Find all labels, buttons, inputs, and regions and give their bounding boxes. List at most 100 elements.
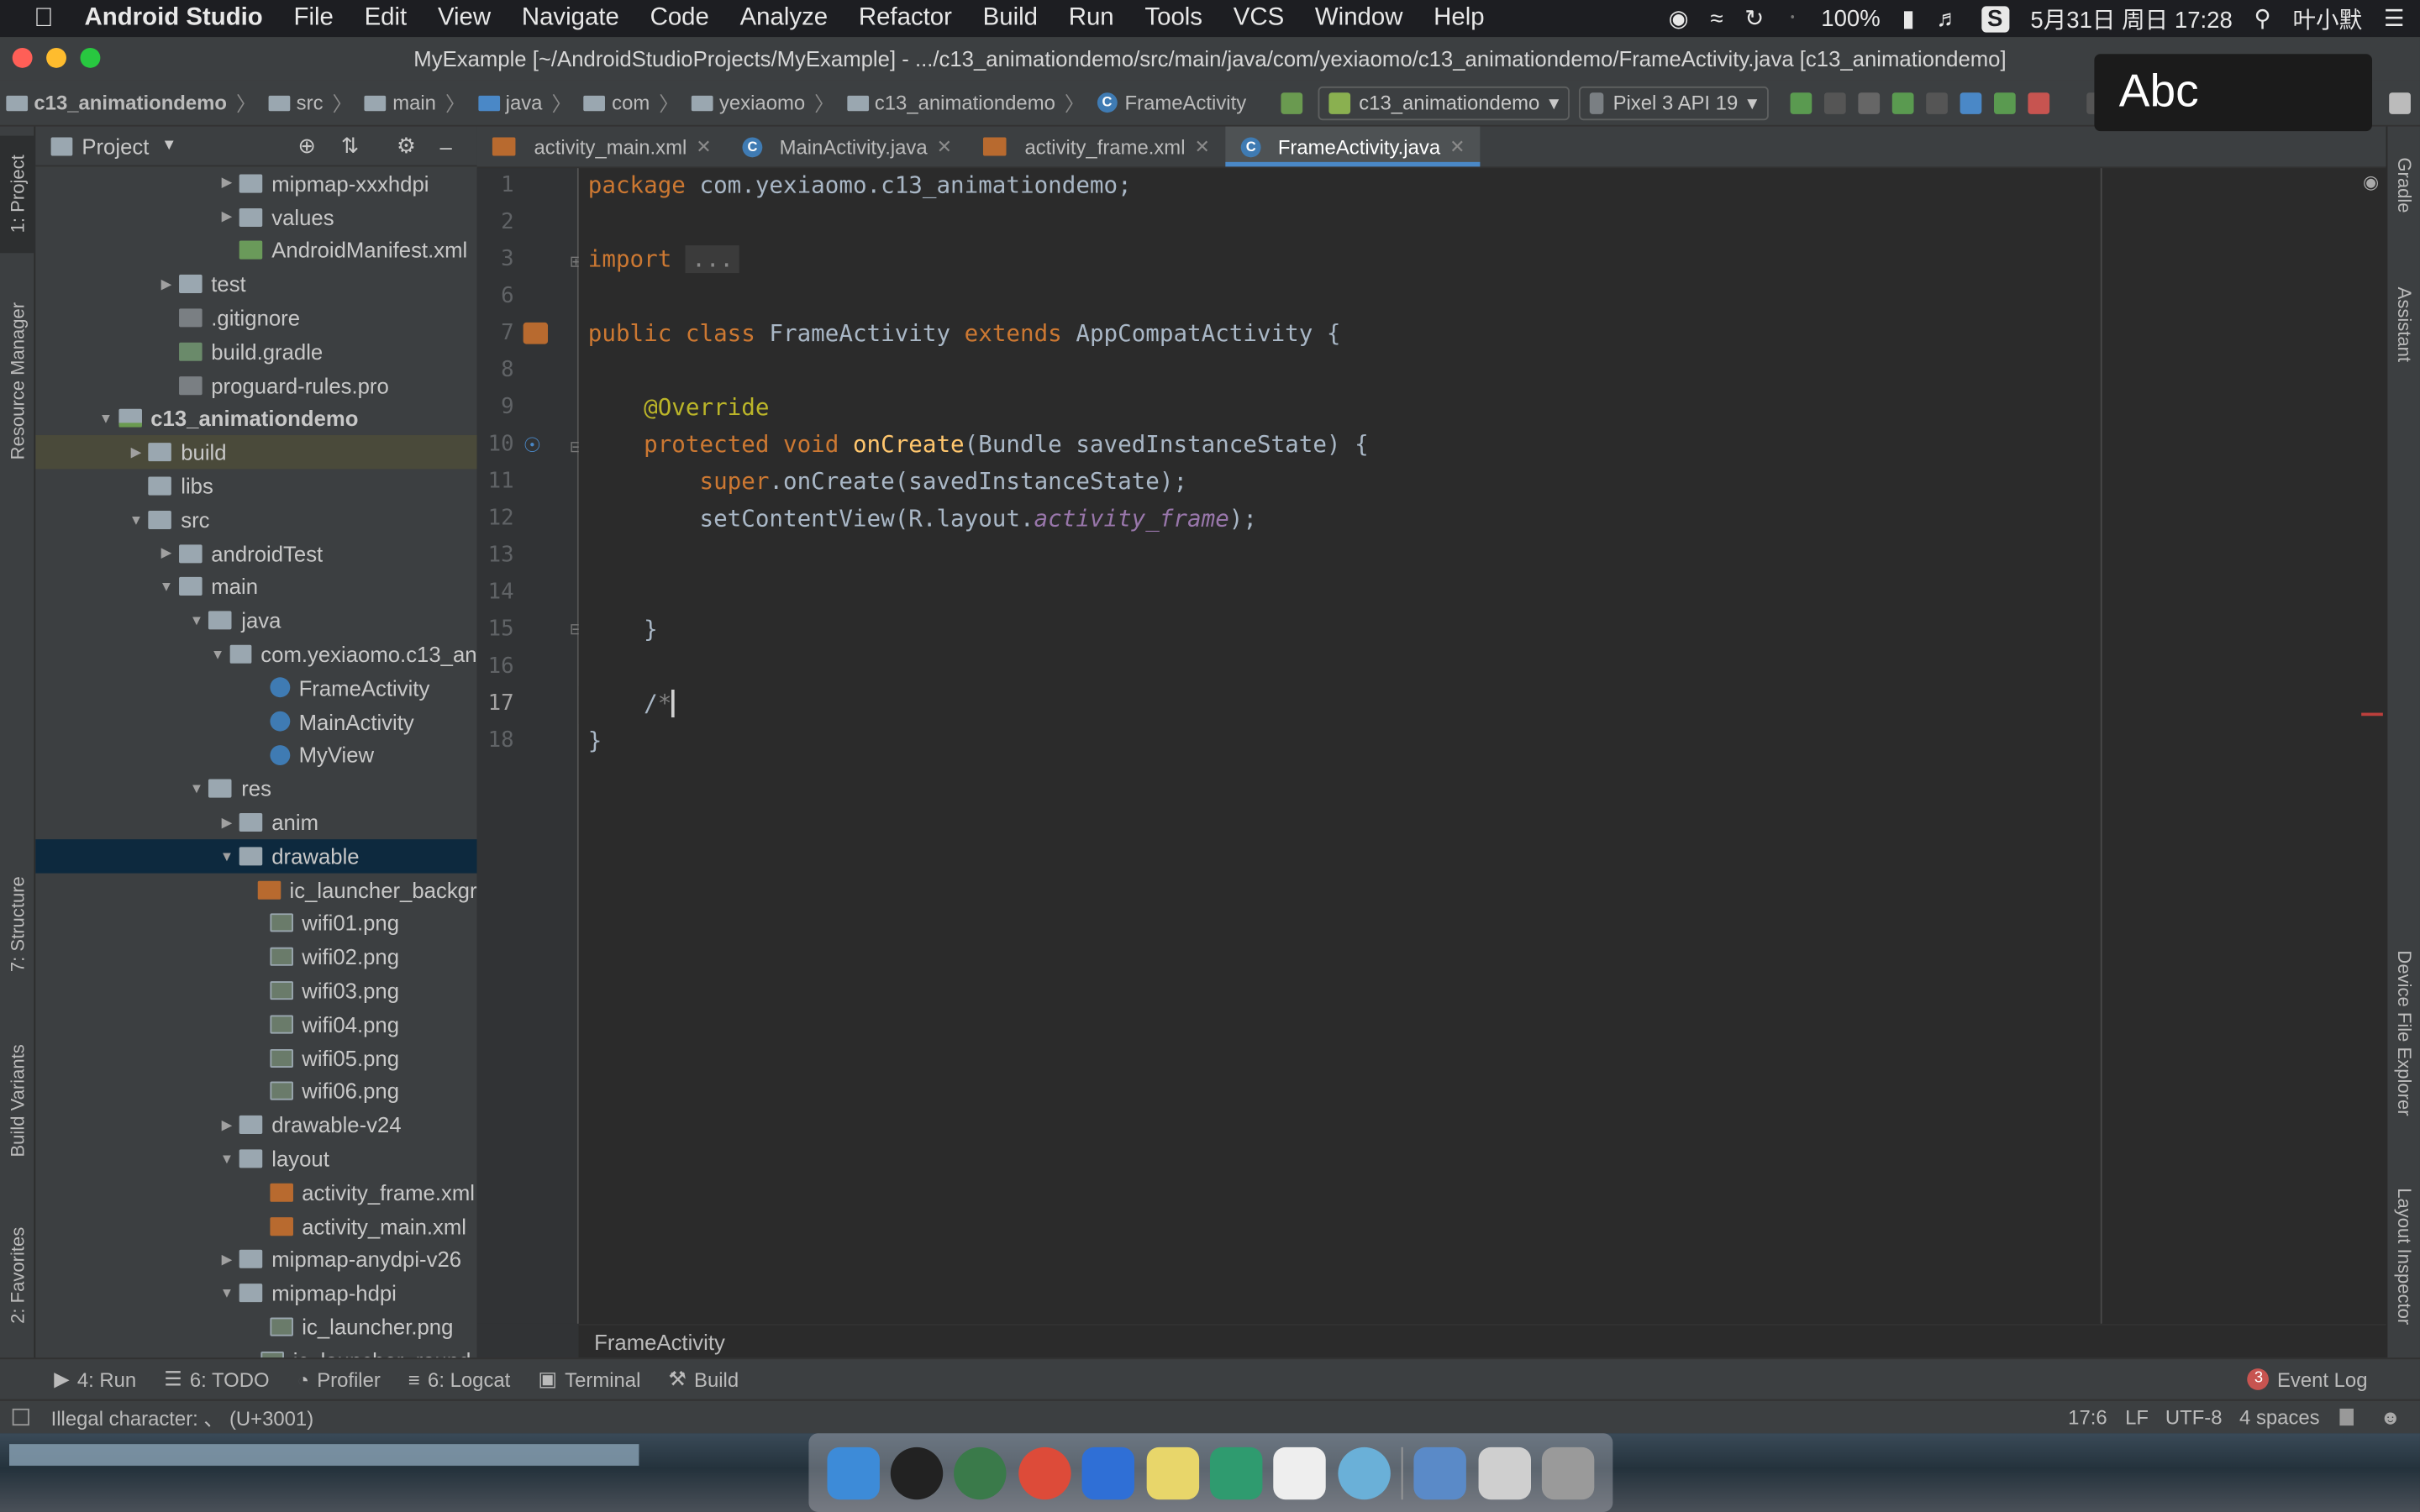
stickies-icon[interactable] (1145, 1446, 1199, 1499)
finder-icon[interactable] (826, 1446, 880, 1499)
tree-item[interactable]: ic_launcher_round. (35, 1344, 477, 1358)
tree-item[interactable]: ▶ mipmap-xxxhdpi (35, 166, 476, 200)
chevron-right-icon[interactable]: ▶ (214, 208, 239, 225)
crumb-java[interactable]: java 〉 (471, 88, 578, 118)
stop-icon[interactable] (2027, 92, 2049, 113)
caret-position[interactable]: 17:6 (2068, 1405, 2107, 1429)
menu-window[interactable]: Window (1300, 5, 1418, 33)
debug-icon[interactable] (1891, 92, 1913, 113)
run-config-select[interactable]: c13_animationdemo ▾ (1317, 85, 1570, 120)
tool-window-tab[interactable]: ▶ 4: Run (40, 1367, 150, 1391)
tool-window-tab[interactable]: ⚒ Build (655, 1367, 753, 1391)
chevron-down-icon[interactable]: ▼ (161, 137, 176, 154)
hector-icon[interactable]: ☻ (2380, 1405, 2401, 1429)
tool-window-tab[interactable]: ☰ 6: TODO (150, 1367, 283, 1391)
tool-window-tab[interactable]: ▣ Terminal (524, 1367, 655, 1391)
tree-item[interactable]: ▼ main (35, 570, 476, 604)
chrome-icon[interactable] (1018, 1446, 1071, 1499)
minimize-window-button[interactable] (46, 47, 66, 68)
volume-icon[interactable]: ♬ (1936, 5, 1960, 31)
error-stripe-mark[interactable] (2361, 712, 2383, 717)
menu-analyze[interactable]: Analyze (724, 5, 843, 33)
search-everywhere-icon[interactable] (2389, 92, 2411, 113)
menu-help[interactable]: Help (1418, 5, 1500, 33)
tree-item[interactable]: ▼ drawable (35, 839, 477, 874)
tool-tab-layout-inspector[interactable]: Layout Inspector (2387, 1169, 2420, 1342)
file-encoding[interactable]: UTF-8 (2165, 1405, 2223, 1429)
tool-tab-build-variants[interactable]: Build Variants (0, 1025, 35, 1176)
apply-changes-icon[interactable] (1789, 92, 1812, 113)
project-view-select[interactable]: Project (82, 134, 149, 158)
downloads-folder-icon[interactable] (1414, 1446, 1467, 1499)
layout-link-icon[interactable] (523, 322, 549, 344)
crumb-yexiaomo[interactable]: yexiaomo 〉 (686, 88, 841, 118)
profile-icon[interactable] (1925, 92, 1948, 113)
chevron-down-icon[interactable]: ▼ (184, 613, 208, 628)
wps-icon[interactable] (1081, 1446, 1135, 1499)
menu-navigate[interactable]: Navigate (506, 5, 634, 33)
attach-debugger-list-icon[interactable] (1857, 92, 1880, 113)
trash-icon[interactable] (1542, 1446, 1595, 1499)
tree-item[interactable]: ▶ mipmap-anydpi-v26 (35, 1242, 476, 1276)
collapse-all-icon[interactable]: ⇅ (341, 133, 360, 159)
android-studio-icon[interactable] (954, 1446, 1007, 1499)
chevron-down-icon[interactable]: ▼ (184, 781, 208, 796)
tree-item[interactable]: ▼ com.yexiaomo.c13_an (35, 638, 477, 671)
chevron-down-icon[interactable]: ▼ (154, 580, 178, 595)
tree-item[interactable]: ▼ src (35, 503, 476, 537)
tree-item[interactable]: libs (35, 470, 476, 503)
make-project-icon[interactable] (1280, 92, 1302, 113)
chevron-right-icon[interactable]: ▶ (214, 814, 239, 831)
typora-icon[interactable] (1273, 1446, 1327, 1499)
menu-refactor[interactable]: Refactor (843, 5, 967, 33)
tree-item[interactable]: proguard-rules.pro (35, 369, 476, 402)
battery-icon[interactable]: ▮ (1902, 5, 1914, 32)
apply-code-changes-icon[interactable] (1823, 92, 1845, 113)
spotlight-icon[interactable]: ⚲ (2254, 5, 2271, 32)
zoom-window-button[interactable] (80, 47, 101, 68)
status-message[interactable]: Illegal character: 、 (U+3001) (51, 1403, 314, 1432)
indent-setting[interactable]: 4 spaces (2239, 1405, 2320, 1429)
hide-panel-icon[interactable]: – (439, 134, 451, 158)
chevron-down-icon[interactable]: ▼ (93, 411, 118, 426)
chevron-right-icon[interactable]: ▶ (124, 444, 148, 461)
override-method-icon[interactable]: ☉ (523, 433, 541, 458)
tree-item[interactable]: FrameActivity (35, 671, 476, 705)
menu-build[interactable]: Build (967, 5, 1053, 33)
tree-item[interactable]: ▼ mipmap-hdpi (35, 1276, 476, 1310)
tree-item[interactable]: ▶ drawable-v24 (35, 1108, 476, 1142)
chevron-right-icon[interactable]: ▶ (214, 1251, 239, 1268)
crumb-package[interactable]: c13_animationdemo 〉 (840, 88, 1091, 118)
wifi-icon[interactable]: ≈ (1710, 5, 1723, 31)
tree-item[interactable]: wifi01.png (35, 906, 476, 940)
tree-item[interactable]: activity_main.xml (35, 1209, 476, 1242)
app-menu[interactable]: Android Studio (63, 5, 278, 33)
chevron-down-icon[interactable]: ▼ (214, 848, 239, 864)
chevron-right-icon[interactable]: ▶ (154, 276, 178, 292)
tool-tab-favorites[interactable]: 2: Favorites (0, 1206, 35, 1345)
bluetooth-icon[interactable]: ᛫ (1786, 5, 1800, 31)
battery-percent[interactable]: 100% (1821, 5, 1880, 31)
tree-item[interactable]: MainActivity (35, 705, 476, 738)
menu-vcs[interactable]: VCS (1218, 5, 1299, 33)
crumb-class[interactable]: C FrameActivity (1091, 91, 1252, 114)
menu-edit[interactable]: Edit (349, 5, 422, 33)
tool-tab-gradle[interactable]: Gradle (2387, 139, 2420, 231)
tool-window-tab[interactable]: ≡ 6: Logcat (394, 1367, 523, 1391)
tree-item[interactable]: wifi04.png (35, 1007, 476, 1041)
close-tab-icon[interactable]: ✕ (1195, 136, 1210, 158)
tree-item[interactable]: ▶ anim (35, 806, 476, 839)
qq-icon[interactable] (890, 1446, 944, 1499)
documents-stack-icon[interactable] (1478, 1446, 1531, 1499)
tree-item[interactable]: wifi02.png (35, 940, 476, 974)
tool-tab-assistant[interactable]: Assistant (2387, 262, 2420, 386)
close-tab-icon[interactable]: ✕ (937, 136, 952, 158)
tree-item[interactable]: build.gradle (35, 335, 476, 369)
input-source-icon[interactable]: S (1981, 5, 2009, 32)
chevron-right-icon[interactable]: ▶ (214, 175, 239, 192)
tree-item[interactable]: ▼ res (35, 772, 476, 806)
tree-item[interactable]: wifi06.png (35, 1074, 476, 1108)
tree-item[interactable]: ▼ java (35, 604, 476, 638)
chevron-down-icon[interactable]: ▼ (206, 647, 229, 662)
tree-item[interactable]: ic_launcher.png (35, 1310, 476, 1344)
